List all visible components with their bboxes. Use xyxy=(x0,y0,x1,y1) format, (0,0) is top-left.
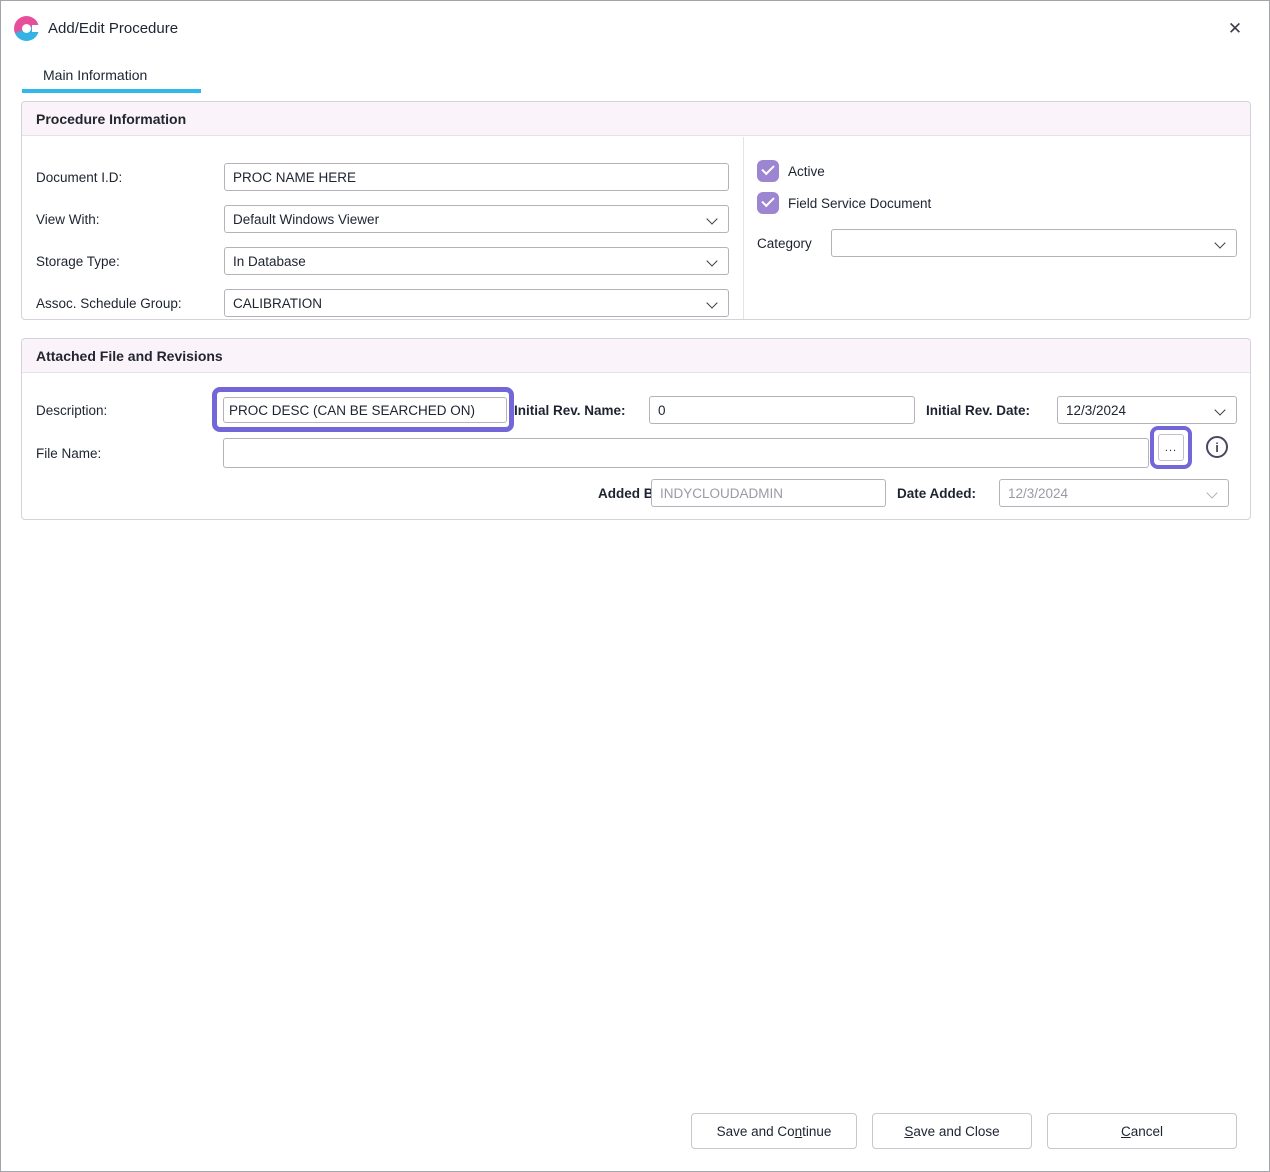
attached-file-revisions-header: Attached File and Revisions xyxy=(22,339,1250,373)
initial-rev-name-input[interactable] xyxy=(649,396,915,424)
add-edit-procedure-dialog: Add/Edit Procedure ✕ Main Information Pr… xyxy=(0,0,1270,1172)
added-by-input xyxy=(651,479,886,507)
close-icon: ✕ xyxy=(1228,19,1242,39)
checkbox-checked-icon xyxy=(757,192,779,214)
storage-type-dropdown[interactable]: In Database xyxy=(224,247,729,275)
description-label: Description: xyxy=(36,403,107,418)
column-divider xyxy=(743,137,744,319)
view-with-label: View With: xyxy=(36,212,100,227)
category-dropdown[interactable] xyxy=(831,229,1237,257)
document-id-input[interactable] xyxy=(224,163,729,191)
info-icon[interactable]: i xyxy=(1206,436,1228,458)
initial-rev-date-value: 12/3/2024 xyxy=(1066,403,1126,418)
save-and-continue-button[interactable]: Save and Continue xyxy=(691,1113,857,1149)
assoc-schedule-group-value: CALIBRATION xyxy=(233,296,322,311)
close-button[interactable]: ✕ xyxy=(1219,14,1251,44)
file-name-input[interactable] xyxy=(223,438,1149,468)
field-service-document-checkbox[interactable]: Field Service Document xyxy=(757,192,931,214)
storage-type-value: In Database xyxy=(233,254,306,269)
checkbox-checked-icon xyxy=(757,160,779,182)
active-checkbox[interactable]: Active xyxy=(757,160,825,182)
initial-rev-date-label: Initial Rev. Date: xyxy=(926,403,1030,418)
category-label: Category xyxy=(757,236,812,251)
chevron-down-icon xyxy=(1214,237,1225,248)
assoc-schedule-group-label: Assoc. Schedule Group: xyxy=(36,296,182,311)
window-title: Add/Edit Procedure xyxy=(48,20,178,37)
app-logo-icon xyxy=(14,16,39,41)
view-with-dropdown[interactable]: Default Windows Viewer xyxy=(224,205,729,233)
file-name-label: File Name: xyxy=(36,446,101,461)
active-label: Active xyxy=(788,164,825,179)
cancel-button[interactable]: Cancel xyxy=(1047,1113,1237,1149)
chevron-down-icon xyxy=(1206,487,1217,498)
chevron-down-icon xyxy=(706,255,717,266)
date-added-dropdown: 12/3/2024 xyxy=(999,479,1229,507)
assoc-schedule-group-dropdown[interactable]: CALIBRATION xyxy=(224,289,729,317)
procedure-information-header: Procedure Information xyxy=(22,102,1250,136)
tab-main-information[interactable]: Main Information xyxy=(43,67,147,83)
chevron-down-icon xyxy=(706,297,717,308)
chevron-down-icon xyxy=(706,213,717,224)
date-added-label: Date Added: xyxy=(897,486,976,501)
chevron-down-icon xyxy=(1214,404,1225,415)
save-and-close-button[interactable]: Save and Close xyxy=(872,1113,1032,1149)
view-with-value: Default Windows Viewer xyxy=(233,212,379,227)
storage-type-label: Storage Type: xyxy=(36,254,120,269)
browse-file-button[interactable]: ... xyxy=(1158,434,1184,461)
ellipsis-icon: ... xyxy=(1165,442,1177,454)
date-added-value: 12/3/2024 xyxy=(1008,486,1068,501)
field-service-document-label: Field Service Document xyxy=(788,196,931,211)
initial-rev-name-label: Initial Rev. Name: xyxy=(514,403,626,418)
initial-rev-date-dropdown[interactable]: 12/3/2024 xyxy=(1057,396,1237,424)
description-input[interactable] xyxy=(223,397,507,423)
titlebar: Add/Edit Procedure ✕ xyxy=(1,1,1269,55)
tab-active-underline xyxy=(22,89,201,93)
document-id-label: Document I.D: xyxy=(36,170,122,185)
